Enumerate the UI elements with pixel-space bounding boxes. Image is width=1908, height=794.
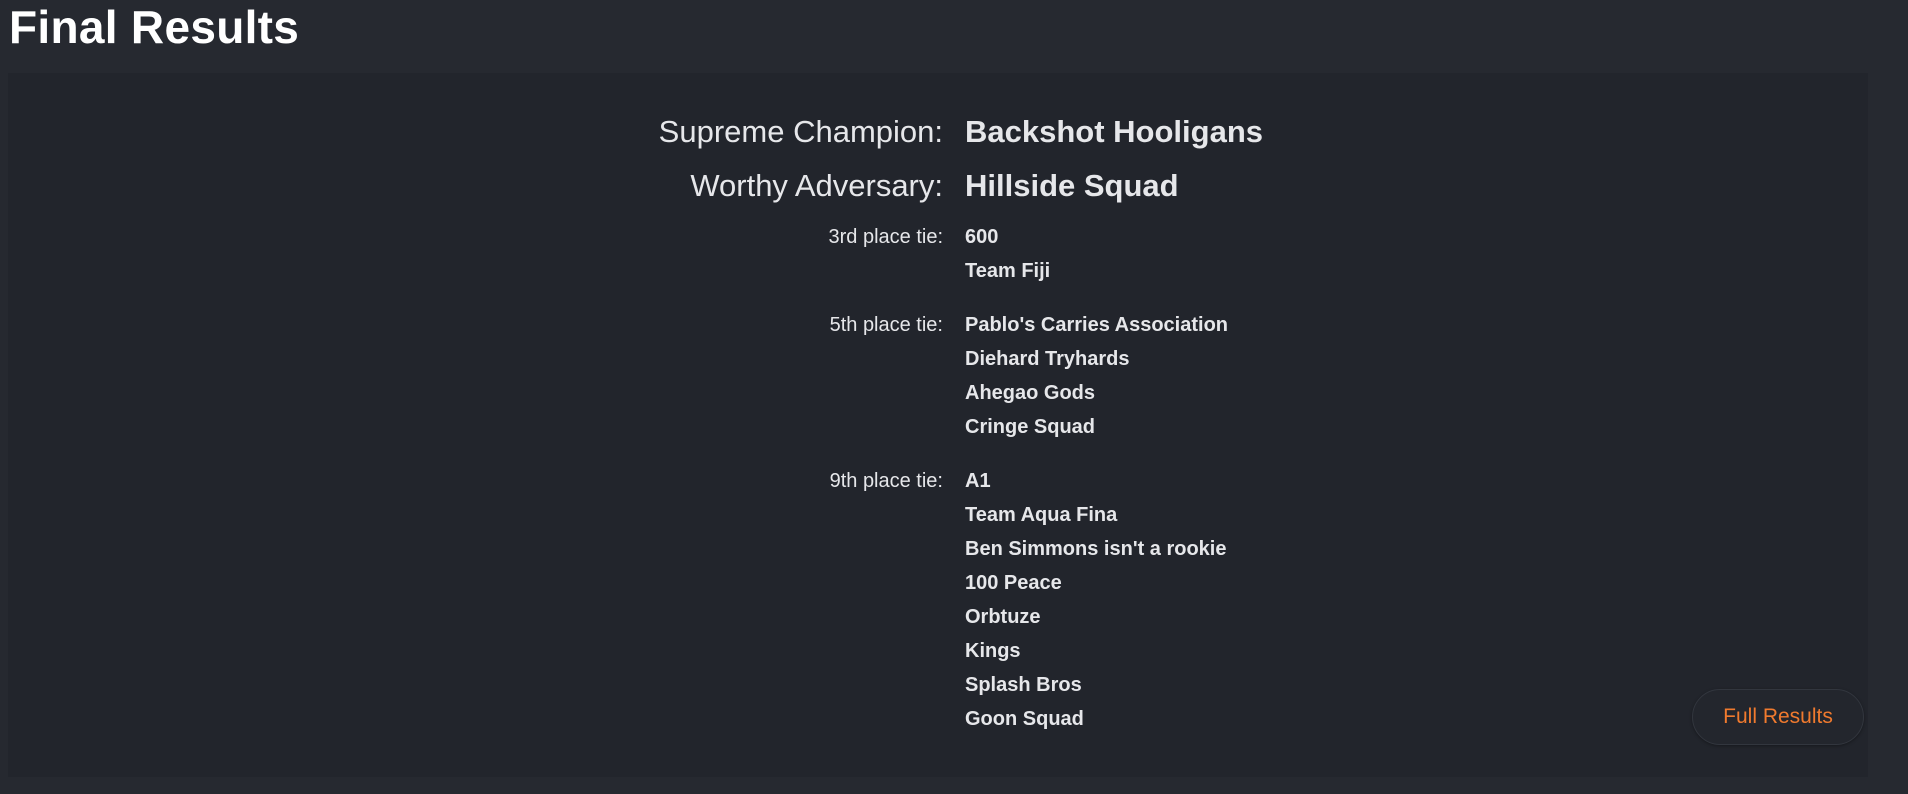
team-name: Ahegao Gods [965,382,1096,404]
team-name: 100 Peace [965,572,1062,594]
team-name: Pablo's Carries Association [965,314,1228,336]
ninth-place-teams: A1 Team Aqua Fina Ben Simmons isn't a ro… [965,464,1226,736]
champion-team: Backshot Hooligans [965,114,1263,149]
third-place-teams: 600 Team Fiji [965,220,1050,288]
team-name: Cringe Squad [965,416,1096,438]
team-name: Ben Simmons isn't a rookie [965,538,1227,560]
team-name: Team Aqua Fina [965,504,1118,526]
results-panel: Supreme Champion: Backshot Hooligans Wor… [8,73,1868,777]
team-name: Goon Squad [965,708,1084,730]
runner-up-team: Hillside Squad [965,168,1179,203]
fifth-place-teams: Pablo's Carries Association Diehard Tryh… [965,308,1228,444]
team-name: Team Fiji [965,260,1051,282]
fifth-place-label: 5th place tie: [829,314,943,336]
team-name: Diehard Tryhards [965,348,1130,370]
full-results-button[interactable]: Full Results [1692,689,1864,745]
team-name: Orbtuze [965,606,1041,628]
team-name: A1 [965,470,991,492]
team-name: Kings [965,640,1021,662]
ninth-place-label: 9th place tie: [829,470,943,492]
team-name: 600 [965,226,999,248]
champion-label: Supreme Champion: [658,114,943,149]
team-name: Splash Bros [965,674,1082,696]
third-place-label: 3rd place tie: [828,226,943,248]
page-title: Final Results [9,1,300,53]
runner-up-label: Worthy Adversary: [690,168,943,203]
